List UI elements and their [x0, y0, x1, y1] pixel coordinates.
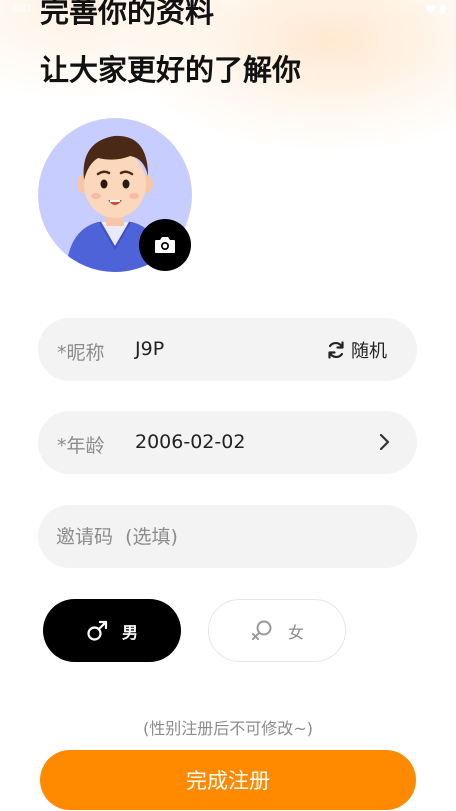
gender-male-label: 男 — [121, 622, 138, 642]
invite-code-input[interactable] — [56, 505, 396, 568]
nickname-value[interactable]: J9P — [135, 338, 164, 360]
complete-registration-button[interactable]: 完成注册 — [40, 750, 416, 810]
male-icon — [87, 620, 108, 641]
invite-code-field[interactable] — [38, 505, 417, 568]
page-title: 完善你的资料 — [40, 0, 215, 29]
age-label: *年龄 — [57, 435, 105, 457]
gender-male-button[interactable]: 男 — [43, 599, 181, 662]
nickname-field[interactable]: *昵称 J9P 随机 — [38, 318, 417, 381]
status-icons — [425, 4, 446, 14]
camera-button[interactable] — [139, 219, 191, 271]
age-field[interactable]: *年龄 2006-02-02 — [38, 411, 417, 474]
avatar-picker[interactable] — [38, 118, 192, 272]
gender-note: (性别注册后不可修改~) — [143, 719, 313, 738]
gender-female-label: 女 — [287, 622, 304, 642]
random-label: 随机 — [351, 341, 387, 362]
age-value[interactable]: 2006-02-02 — [135, 431, 245, 453]
camera-icon — [155, 237, 175, 253]
gender-female-button[interactable]: 女 — [208, 599, 346, 662]
female-icon — [251, 620, 272, 640]
chevron-right-icon[interactable] — [379, 433, 391, 451]
refresh-icon — [328, 341, 344, 359]
status-time: 4:01 — [12, 3, 32, 14]
nickname-label: *昵称 — [57, 342, 105, 364]
page-subtitle: 让大家更好的了解你 — [40, 53, 302, 87]
battery-icon — [440, 4, 446, 14]
wifi-icon — [425, 4, 436, 14]
random-nickname-button[interactable]: 随机 — [326, 337, 387, 363]
